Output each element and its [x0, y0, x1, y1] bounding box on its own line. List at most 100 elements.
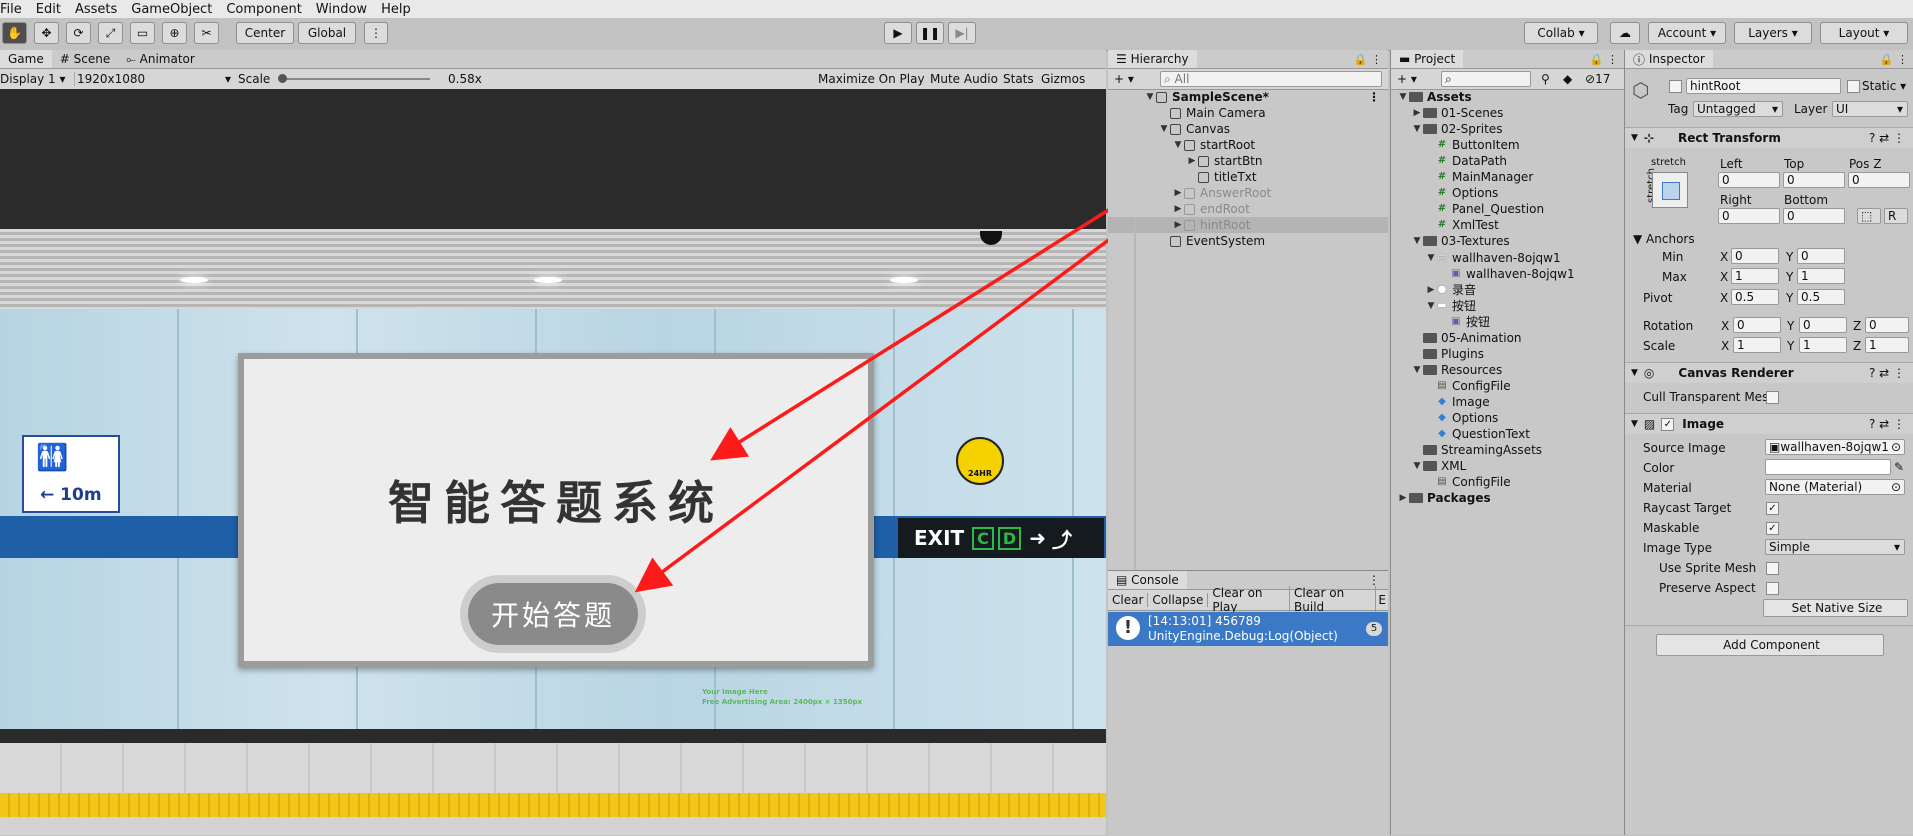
hierarchy-item-canvas[interactable]: ▼ Canvas — [1158, 121, 1231, 137]
image-type-dropdown[interactable]: Simple ▾ — [1765, 539, 1905, 555]
project-item[interactable]: ▶ ● 录音 — [1425, 282, 1476, 298]
maskable-checkbox[interactable]: ✓ — [1766, 522, 1779, 535]
add-component-button[interactable]: Add Component — [1656, 634, 1884, 656]
project-item[interactable]: 05-Animation — [1411, 330, 1522, 346]
collapse-icon[interactable]: ▶ — [1397, 493, 1409, 503]
object-name-field[interactable]: hintRoot — [1686, 78, 1841, 94]
hidden-count[interactable]: ⊘17 — [1585, 72, 1610, 86]
hierarchy-item-samplescene[interactable]: ▼ SampleScene* ⋮ — [1144, 89, 1388, 105]
project-item[interactable]: # ButtonItem — [1425, 137, 1520, 153]
object-picker-icon[interactable]: ⊙ — [1891, 440, 1901, 454]
hierarchy-item-startbtn[interactable]: ▶ startBtn — [1186, 153, 1263, 169]
eyedropper-icon[interactable]: ✎ — [1894, 460, 1904, 474]
preserve-aspect-checkbox[interactable] — [1766, 582, 1779, 595]
project-item[interactable]: ▼ 03-Textures — [1411, 233, 1510, 249]
raw-edit-button[interactable]: R — [1884, 208, 1908, 224]
project-item[interactable]: ▣ 按钮 — [1439, 314, 1490, 330]
project-item[interactable]: ▶ Packages — [1397, 490, 1491, 506]
expand-icon[interactable]: ▼ — [1411, 124, 1423, 134]
project-item[interactable]: ◆ Options — [1425, 410, 1498, 426]
image-component-header[interactable]: ▼ ▨ ✓ Image ? ⇄ ⋮ — [1625, 413, 1913, 434]
project-item[interactable]: # XmlTest — [1425, 217, 1499, 233]
project-item[interactable]: # MainManager — [1425, 169, 1533, 185]
rotation-z-field[interactable]: 0 — [1865, 317, 1909, 333]
project-search-input[interactable]: ⌕ — [1441, 71, 1531, 87]
project-item[interactable]: # DataPath — [1425, 153, 1507, 169]
component-menu-icon[interactable]: ? ⇄ ⋮ — [1869, 417, 1905, 431]
project-item[interactable]: ▼ ▬ 按钮 — [1425, 298, 1476, 314]
component-menu-icon[interactable]: ? ⇄ ⋮ — [1869, 131, 1905, 145]
expand-icon[interactable]: ▼ — [1425, 253, 1437, 263]
anchor-presets-button[interactable] — [1652, 172, 1688, 208]
scale-y-field[interactable]: 1 — [1799, 337, 1847, 353]
active-checkbox[interactable] — [1669, 80, 1682, 93]
more-icon[interactable]: ⋮ — [1368, 90, 1380, 104]
project-item[interactable]: ▣ wallhaven-8ojqw1 — [1439, 266, 1574, 282]
rect-transform-header[interactable]: ▼ ⊹ Rect Transform ? ⇄ ⋮ — [1625, 127, 1913, 148]
project-item[interactable]: ◆ Image — [1425, 394, 1489, 410]
layer-dropdown[interactable]: UI ▾ — [1832, 101, 1908, 117]
hierarchy-item-answerroot[interactable]: ▶ AnswerRoot — [1172, 185, 1272, 201]
pivot-x-field[interactable]: 0.5 — [1731, 289, 1779, 305]
collapse-icon[interactable]: ▶ — [1411, 108, 1423, 118]
hierarchy-item-endroot[interactable]: ▶ endRoot — [1172, 201, 1250, 217]
anchor-min-y-field[interactable]: 0 — [1797, 248, 1845, 264]
right-field[interactable]: 0 — [1718, 208, 1780, 224]
clear-on-build-toggle[interactable]: Clear on Build — [1290, 586, 1377, 614]
tag-dropdown[interactable]: Untagged ▾ — [1693, 101, 1783, 117]
use-sprite-mesh-checkbox[interactable] — [1766, 562, 1779, 575]
color-field[interactable] — [1765, 459, 1891, 475]
lock-icon[interactable]: 🔒 ⋮ — [1880, 53, 1908, 66]
clear-button[interactable]: Clear — [1108, 593, 1149, 607]
expand-icon[interactable]: ▼ — [1397, 92, 1409, 102]
cull-transparent-checkbox[interactable] — [1766, 391, 1779, 404]
filter-type-icon[interactable]: ⚲ — [1541, 72, 1550, 86]
source-image-field[interactable]: ▣ wallhaven-8ojqw1 ⊙ — [1765, 439, 1905, 455]
project-item[interactable]: Plugins — [1411, 346, 1484, 362]
top-field[interactable]: 0 — [1783, 172, 1845, 188]
project-item[interactable]: StreamingAssets — [1411, 442, 1542, 458]
left-field[interactable]: 0 — [1718, 172, 1780, 188]
tab-hierarchy[interactable]: ☰ Hierarchy — [1108, 50, 1197, 68]
posz-field[interactable]: 0 — [1848, 172, 1910, 188]
project-item[interactable]: # Panel_Question — [1425, 201, 1544, 217]
rotation-y-field[interactable]: 0 — [1799, 317, 1847, 333]
rotation-x-field[interactable]: 0 — [1733, 317, 1781, 333]
tab-console[interactable]: ▤ Console — [1108, 571, 1187, 589]
project-item[interactable]: ▼ 02-Sprites — [1411, 121, 1503, 137]
collapse-icon[interactable]: ▶ — [1425, 285, 1437, 295]
hierarchy-search-input[interactable]: ⌕ All — [1160, 71, 1382, 87]
hierarchy-item-eventsystem[interactable]: EventSystem — [1170, 233, 1265, 249]
expand-icon[interactable]: ▼ — [1411, 461, 1423, 471]
project-item[interactable]: ◆ QuestionText — [1425, 426, 1530, 442]
anchor-max-y-field[interactable]: 1 — [1797, 268, 1845, 284]
expand-icon[interactable]: ▼ — [1411, 236, 1423, 246]
project-item[interactable]: ▤ ConfigFile — [1425, 378, 1510, 394]
hierarchy-item-startroot[interactable]: ▼ startRoot — [1172, 137, 1256, 153]
anchor-max-x-field[interactable]: 1 — [1731, 268, 1779, 284]
project-item[interactable]: ▤ ConfigFile — [1425, 474, 1510, 490]
project-item[interactable]: ▶ 01-Scenes — [1411, 105, 1504, 121]
collapse-toggle[interactable]: Collapse — [1148, 593, 1209, 607]
clear-on-play-toggle[interactable]: Clear on Play — [1208, 586, 1291, 614]
filter-label-icon[interactable]: ◆ — [1563, 72, 1572, 86]
hierarchy-item-titletxt[interactable]: titleTxt — [1198, 169, 1257, 185]
project-item[interactable]: ▼ ▭ wallhaven-8ojqw1 — [1425, 250, 1561, 266]
anchors-foldout[interactable]: ▼ Anchors — [1633, 232, 1695, 246]
scale-z-field[interactable]: 1 — [1865, 337, 1909, 353]
console-log-entry[interactable]: ! [14:13:01] 456789 UnityEngine.Debug:Lo… — [1108, 612, 1388, 646]
create-add-icon[interactable]: + ▾ — [1114, 72, 1134, 86]
material-field[interactable]: None (Material) ⊙ — [1765, 479, 1905, 495]
expand-icon[interactable]: ▼ — [1425, 301, 1437, 311]
scale-x-field[interactable]: 1 — [1733, 337, 1781, 353]
project-item[interactable]: # Options — [1425, 185, 1499, 201]
tab-inspector[interactable]: ⓘ Inspector — [1625, 50, 1713, 68]
raycast-target-checkbox[interactable]: ✓ — [1766, 502, 1779, 515]
project-item[interactable]: ▼ Assets — [1397, 89, 1472, 105]
project-item[interactable]: ▼ XML — [1411, 458, 1467, 474]
anchor-min-x-field[interactable]: 0 — [1731, 248, 1779, 264]
lock-icon[interactable]: 🔒 ⋮ — [1354, 53, 1382, 66]
lock-icon[interactable]: 🔒 ⋮ — [1590, 53, 1618, 66]
more-icon[interactable]: ⋮ — [1368, 573, 1380, 587]
expand-icon[interactable]: ▼ — [1411, 365, 1423, 375]
